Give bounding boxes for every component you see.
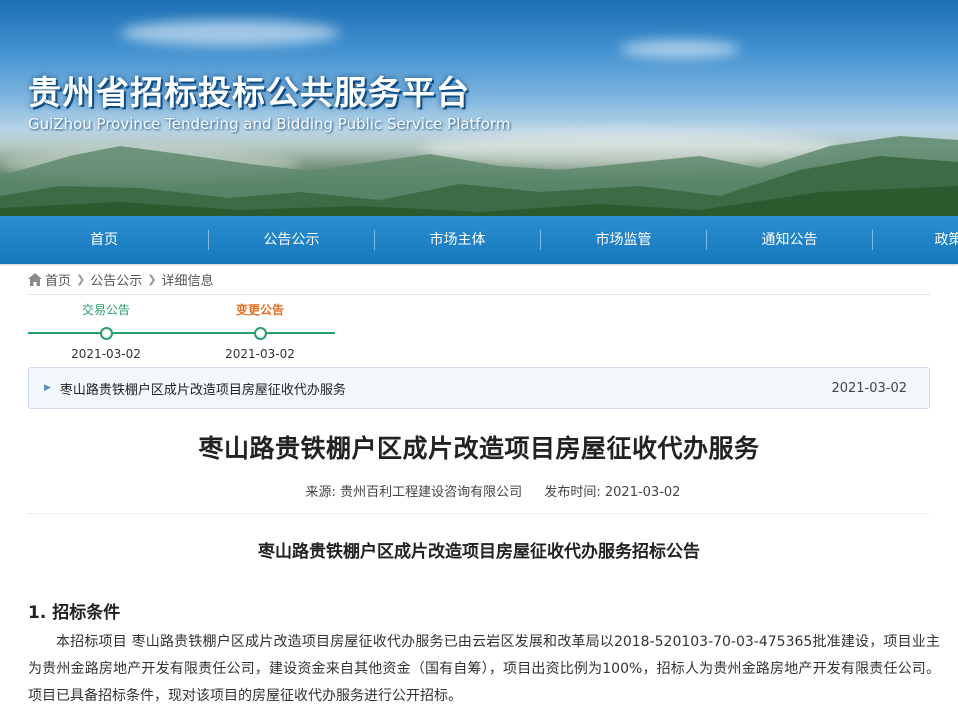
notice-bar[interactable]: ▶ 枣山路贵铁棚户区成片改造项目房屋征收代办服务 2021-03-02 bbox=[28, 367, 930, 409]
timeline-step-label: 交易公告 bbox=[51, 301, 161, 318]
nav-item-policies[interactable]: 政策法 bbox=[873, 216, 958, 264]
nav-item-label: 政策法 bbox=[935, 232, 958, 248]
nav-item-label: 通知公告 bbox=[762, 232, 818, 248]
nav-item-market-supervision[interactable]: 市场监管 bbox=[541, 216, 706, 264]
breadcrumb-announcements[interactable]: 公告公示 bbox=[90, 270, 142, 289]
nav-item-label: 市场主体 bbox=[430, 232, 486, 248]
section-heading: 1. 招标条件 bbox=[28, 598, 958, 623]
nav-item-notices[interactable]: 通知公告 bbox=[707, 216, 872, 264]
source-value: 贵州百利工程建设咨询有限公司 bbox=[340, 485, 522, 500]
nav-item-announcements[interactable]: 公告公示 bbox=[209, 216, 374, 264]
nav-item-label: 市场监管 bbox=[596, 232, 652, 248]
timeline-step-date: 2021-03-02 bbox=[205, 347, 315, 361]
timeline-step-label: 变更公告 bbox=[205, 301, 315, 318]
notice-title: 枣山路贵铁棚户区成片改造项目房屋征收代办服务 bbox=[60, 379, 346, 398]
caret-right-icon: ▶ bbox=[44, 383, 51, 393]
nav-item-home[interactable]: 首页 bbox=[0, 216, 208, 264]
published-label: 发布时间: bbox=[544, 485, 600, 500]
source-label: 来源: bbox=[306, 485, 336, 500]
breadcrumb: 首页 ❯ 公告公示 ❯ 详细信息 bbox=[28, 264, 930, 295]
notice-date: 2021-03-02 bbox=[831, 381, 907, 396]
chevron-right-icon: ❯ bbox=[147, 273, 156, 286]
nav-item-market-entities[interactable]: 市场主体 bbox=[375, 216, 540, 264]
divider bbox=[28, 513, 930, 514]
nav-item-label: 公告公示 bbox=[264, 232, 320, 248]
timeline-dot bbox=[100, 327, 113, 340]
timeline-line bbox=[28, 332, 335, 334]
banner-mountains bbox=[0, 126, 958, 216]
article-title: 枣山路贵铁棚户区成片改造项目房屋征收代办服务 bbox=[0, 429, 958, 465]
timeline-step-date: 2021-03-02 bbox=[51, 347, 161, 361]
site-title: 贵州省招标投标公共服务平台 bbox=[28, 66, 470, 114]
section-body: 本招标项目 枣山路贵铁棚户区成片改造项目房屋征收代办服务已由云岩区发展和改革局以… bbox=[28, 629, 940, 710]
chevron-right-icon: ❯ bbox=[76, 273, 85, 286]
article-meta: 来源: 贵州百利工程建设咨询有限公司 发布时间: 2021-03-02 bbox=[0, 481, 958, 500]
banner-cloud bbox=[120, 20, 340, 46]
banner-cloud bbox=[620, 40, 740, 58]
published-value: 2021-03-02 bbox=[605, 485, 681, 500]
site-subtitle: GuiZhou Province Tendering and Bidding P… bbox=[28, 115, 510, 133]
nav-item-label: 首页 bbox=[0, 216, 164, 264]
process-timeline: 交易公告 2021-03-02 变更公告 2021-03-02 bbox=[28, 295, 958, 367]
main-nav: 首页 公告公示 市场主体 市场监管 通知公告 政策法 bbox=[0, 216, 958, 264]
home-icon bbox=[28, 273, 42, 286]
timeline-dot bbox=[254, 327, 267, 340]
breadcrumb-current: 详细信息 bbox=[161, 270, 213, 289]
article-subtitle: 枣山路贵铁棚户区成片改造项目房屋征收代办服务招标公告 bbox=[0, 537, 958, 562]
breadcrumb-home[interactable]: 首页 bbox=[45, 270, 71, 289]
header-banner: 贵州省招标投标公共服务平台 GuiZhou Province Tendering… bbox=[0, 0, 958, 216]
